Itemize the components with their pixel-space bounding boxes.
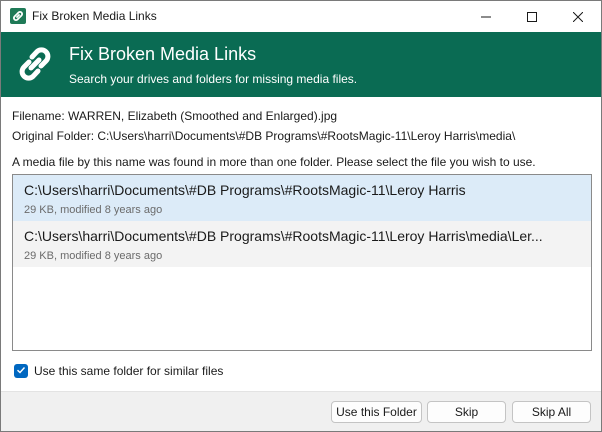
minimize-icon bbox=[481, 12, 491, 22]
close-icon bbox=[573, 11, 583, 22]
list-item-path: C:\Users\harri\Documents\#DB Programs\#R… bbox=[24, 182, 466, 198]
maximize-button[interactable] bbox=[509, 1, 555, 32]
instruction-text: A media file by this name was found in m… bbox=[12, 155, 536, 169]
maximize-icon bbox=[527, 11, 537, 22]
minimize-button[interactable] bbox=[463, 1, 509, 32]
filename-label: Filename: WARREN, Elizabeth (Smoothed an… bbox=[12, 109, 338, 123]
same-folder-checkbox[interactable] bbox=[14, 364, 28, 378]
chain-link-icon bbox=[10, 8, 26, 24]
list-item-meta: 29 KB, modified 8 years ago bbox=[24, 204, 163, 216]
skip-all-button[interactable]: Skip All bbox=[512, 401, 591, 423]
list-item-meta: 29 KB, modified 8 years ago bbox=[24, 250, 163, 262]
folder-results-list[interactable]: C:\Users\harri\Documents\#DB Programs\#R… bbox=[12, 174, 592, 351]
banner-subtitle: Search your drives and folders for missi… bbox=[69, 72, 358, 86]
title-bar[interactable]: Fix Broken Media Links bbox=[1, 1, 601, 32]
same-folder-label[interactable]: Use this same folder for similar files bbox=[34, 364, 223, 378]
dialog-window: Fix Broken Media Links Fix Broken Media … bbox=[0, 0, 602, 432]
use-folder-button[interactable]: Use this Folder bbox=[331, 401, 422, 423]
list-item[interactable]: C:\Users\harri\Documents\#DB Programs\#R… bbox=[13, 221, 591, 267]
list-item-path: C:\Users\harri\Documents\#DB Programs\#R… bbox=[24, 228, 543, 244]
banner-title: Fix Broken Media Links bbox=[69, 44, 257, 64]
list-item[interactable]: C:\Users\harri\Documents\#DB Programs\#R… bbox=[13, 175, 591, 221]
close-button[interactable] bbox=[555, 1, 601, 32]
original-folder-label: Original Folder: C:\Users\harri\Document… bbox=[12, 129, 516, 143]
checkmark-icon bbox=[16, 362, 26, 380]
skip-button[interactable]: Skip bbox=[427, 401, 506, 423]
chain-link-icon bbox=[13, 42, 57, 86]
header-banner: Fix Broken Media Links Search your drive… bbox=[1, 32, 601, 97]
dialog-footer: Use this Folder Skip Skip All bbox=[1, 391, 601, 431]
window-title: Fix Broken Media Links bbox=[32, 9, 157, 23]
